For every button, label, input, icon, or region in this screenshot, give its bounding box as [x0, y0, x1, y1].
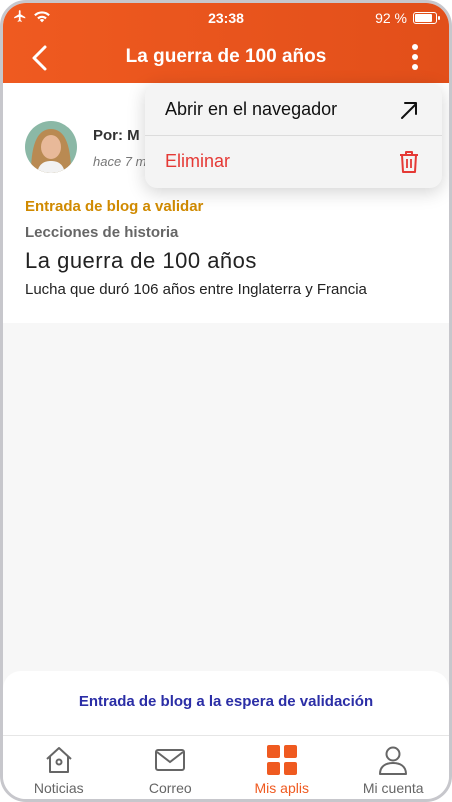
battery-icon — [413, 12, 440, 24]
post-summary: Lucha que duró 106 años entre Inglaterra… — [25, 281, 367, 298]
post-category: Lecciones de historia — [25, 224, 179, 241]
page-title: La guerra de 100 años — [125, 46, 327, 67]
vertical-dots-icon — [412, 44, 418, 70]
author-name: Por: M — [93, 127, 140, 144]
tab-label: Mi cuenta — [362, 780, 424, 796]
post-status: Entrada de blog a validar — [25, 198, 204, 215]
apps-grid-icon — [266, 745, 297, 775]
post-title: La guerra de 100 años — [25, 248, 257, 273]
tab-noticias[interactable]: Noticias — [3, 736, 115, 799]
notice-text: Entrada de blog a la espera de validació… — [78, 693, 374, 710]
status-right: 92 % — [375, 10, 440, 26]
menu-item-label: Abrir en el navegador — [165, 99, 338, 119]
tab-mi-cuenta[interactable]: Mi cuenta — [338, 736, 450, 799]
trash-icon — [400, 151, 418, 173]
tab-label: Mis aplis — [254, 780, 309, 796]
mail-icon — [155, 749, 186, 771]
tab-bar: Noticias Correo Mis aplis Mi cuenta — [3, 735, 450, 799]
validation-notice: Entrada de blog a la espera de validació… — [3, 671, 449, 735]
nav-bar: La guerra de 100 años — [3, 37, 449, 77]
tab-label: Noticias — [33, 780, 84, 796]
tab-correo[interactable]: Correo — [115, 736, 227, 799]
more-options-button[interactable] — [405, 43, 425, 73]
app-header: 23:38 92 % La guerra de 100 años — [3, 3, 449, 83]
menu-item-open-browser[interactable]: Abrir en el navegador — [145, 84, 442, 136]
user-icon — [379, 746, 408, 775]
home-icon — [46, 747, 72, 773]
post-time: hace 7 m — [93, 154, 147, 169]
battery-percent: 92 % — [375, 10, 407, 26]
status-bar: 23:38 92 % — [3, 9, 449, 29]
phone-screen: 23:38 92 % La guerra de 100 años Por: M … — [0, 0, 452, 802]
tab-mis-aplis[interactable]: Mis aplis — [226, 736, 338, 799]
options-menu: Abrir en el navegador Eliminar — [145, 84, 442, 188]
author-photo — [25, 121, 77, 173]
avatar[interactable] — [25, 121, 77, 173]
menu-item-delete[interactable]: Eliminar — [145, 136, 442, 188]
open-external-icon — [401, 102, 417, 119]
battery-fill — [415, 14, 432, 22]
menu-item-label: Eliminar — [165, 151, 231, 171]
tab-label: Correo — [148, 780, 192, 796]
